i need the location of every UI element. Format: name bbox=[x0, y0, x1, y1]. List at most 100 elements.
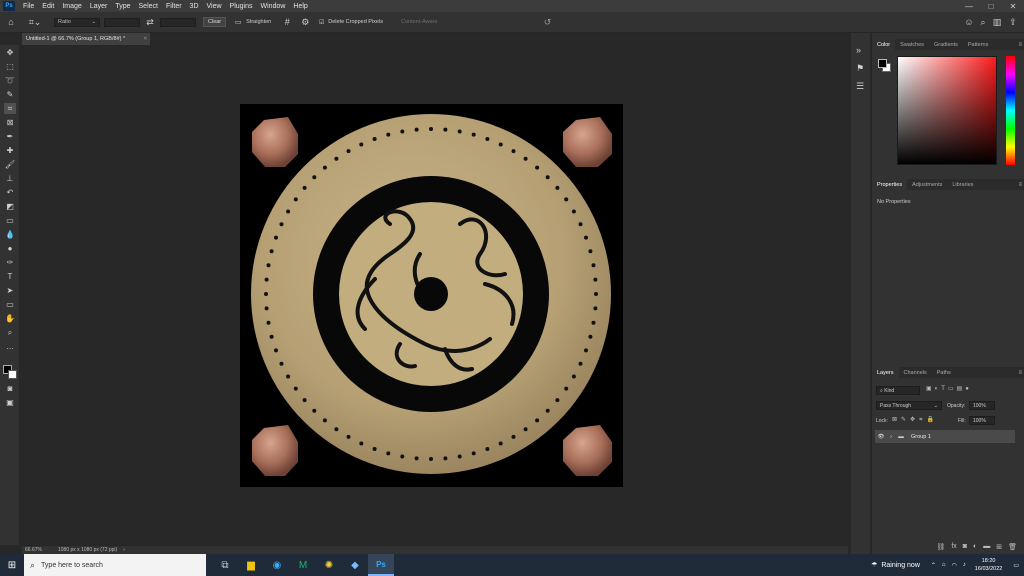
overlay-grid-icon[interactable]: # bbox=[281, 17, 293, 27]
panel-menu-icon[interactable]: ≡ bbox=[1018, 370, 1022, 376]
healing-brush-tool-icon[interactable]: ✚ bbox=[4, 145, 16, 156]
undo-reset-icon[interactable]: ↺ bbox=[542, 17, 554, 28]
menu-select[interactable]: Select bbox=[135, 3, 162, 10]
clock[interactable]: 18:20 16/03/2022 bbox=[969, 557, 1009, 573]
taskbar-search-input[interactable]: ⌕ Type here to search bbox=[24, 554, 206, 576]
path-selection-tool-icon[interactable]: ➤ bbox=[4, 285, 16, 296]
menu-view[interactable]: View bbox=[203, 3, 226, 10]
document-canvas[interactable] bbox=[240, 104, 623, 487]
gear-icon[interactable]: ⚙ bbox=[299, 17, 311, 28]
volume-icon[interactable]: ♪ bbox=[960, 562, 969, 568]
lock-icons[interactable]: ⊠✎✥⌗🔒 bbox=[892, 416, 938, 424]
straighten-label[interactable]: Straighten bbox=[246, 19, 271, 25]
panel-menu-icon[interactable]: ≡ bbox=[1018, 42, 1022, 48]
menu-help[interactable]: Help bbox=[289, 3, 311, 10]
ratio-select[interactable]: Ratio ⌄ bbox=[54, 17, 100, 27]
task-view-icon[interactable]: ⧉ bbox=[212, 554, 238, 576]
zoom-level[interactable]: 66.67% bbox=[22, 547, 52, 553]
properties-panel-icon[interactable]: ☰ bbox=[856, 81, 864, 92]
tab-paths[interactable]: Paths bbox=[932, 367, 956, 378]
content-aware-checkbox[interactable]: Content-Aware bbox=[401, 19, 438, 25]
tab-libraries[interactable]: Libraries bbox=[947, 179, 978, 190]
chrome-like-icon[interactable]: ✺ bbox=[316, 554, 342, 576]
menu-type[interactable]: Type bbox=[111, 3, 134, 10]
quick-mask-icon[interactable]: ◙ bbox=[4, 383, 16, 394]
clear-button[interactable]: Clear bbox=[203, 17, 227, 27]
blur-tool-icon[interactable]: 💧 bbox=[4, 229, 16, 240]
history-brush-tool-icon[interactable]: ↶ bbox=[4, 187, 16, 198]
menu-plugins[interactable]: Plugins bbox=[226, 3, 257, 10]
move-tool-icon[interactable]: ✥ bbox=[4, 47, 16, 58]
marquee-tool-icon[interactable]: ⬚ bbox=[4, 61, 16, 72]
menu-filter[interactable]: Filter bbox=[162, 3, 186, 10]
learn-icon[interactable]: ☺ bbox=[962, 17, 976, 27]
quick-select-tool-icon[interactable]: ✎ bbox=[4, 89, 16, 100]
straighten-icon[interactable]: ▭ bbox=[232, 18, 244, 26]
close-window-button[interactable]: ✕ bbox=[1002, 2, 1024, 11]
app-m-icon[interactable]: M bbox=[290, 554, 316, 576]
photoshop-taskbar-icon[interactable]: Ps bbox=[368, 554, 394, 576]
hand-tool-icon[interactable]: ✋ bbox=[4, 313, 16, 324]
tab-properties[interactable]: Properties bbox=[872, 179, 908, 190]
collapse-panels-icon[interactable]: » bbox=[856, 45, 861, 55]
more-tools-icon[interactable]: … bbox=[4, 341, 16, 352]
opacity-input[interactable]: 100% bbox=[969, 401, 995, 410]
blend-mode-select[interactable]: Pass Through ⌄ bbox=[876, 401, 942, 410]
brush-tool-icon[interactable]: 🖌 bbox=[4, 159, 16, 170]
tab-patterns[interactable]: Patterns bbox=[963, 39, 993, 50]
tab-swatches[interactable]: Swatches bbox=[895, 39, 929, 50]
menu-3d[interactable]: 3D bbox=[186, 3, 203, 10]
delete-cropped-checkbox[interactable]: ☑ bbox=[317, 19, 326, 26]
fill-input[interactable]: 100% bbox=[969, 416, 995, 425]
workspace-icon[interactable]: ▥ bbox=[990, 17, 1004, 28]
menu-window[interactable]: Window bbox=[257, 3, 290, 10]
ratio-height-input[interactable] bbox=[160, 17, 196, 27]
gradient-tool-icon[interactable]: ▭ bbox=[4, 215, 16, 226]
notifications-icon[interactable]: ▭ bbox=[1008, 562, 1024, 569]
maximize-button[interactable]: □ bbox=[980, 2, 1002, 11]
color-panel-fg-swatch[interactable] bbox=[878, 59, 887, 68]
panel-menu-icon[interactable]: ≡ bbox=[1018, 182, 1022, 188]
weather-widget[interactable]: ☂ Raining now bbox=[871, 561, 928, 570]
document-info[interactable]: 1080 px x 1080 px (72 ppi) bbox=[52, 547, 117, 553]
status-chevron-icon[interactable]: › bbox=[123, 547, 125, 553]
background-color-swatch[interactable] bbox=[8, 370, 17, 379]
close-tab-icon[interactable]: × bbox=[144, 36, 147, 42]
menu-file[interactable]: File bbox=[19, 3, 38, 10]
layer-name[interactable]: Group 1 bbox=[911, 434, 931, 440]
link-layers-icon[interactable]: ⛓ bbox=[936, 543, 945, 551]
visibility-eye-icon[interactable]: 👁 bbox=[875, 434, 887, 440]
screen-mode-icon[interactable]: ▣ bbox=[4, 397, 16, 408]
network-icon[interactable]: ⌂ bbox=[939, 562, 949, 568]
tab-color[interactable]: Color bbox=[872, 39, 896, 50]
menu-layer[interactable]: Layer bbox=[86, 3, 112, 10]
frame-tool-icon[interactable]: ⊠ bbox=[4, 117, 16, 128]
menu-image[interactable]: Image bbox=[58, 3, 85, 10]
tab-layers[interactable]: Layers bbox=[872, 367, 899, 378]
layer-row-group-1[interactable]: 👁 › ▬ Group 1 bbox=[875, 430, 1015, 443]
pen-tool-icon[interactable]: ✑ bbox=[4, 257, 16, 268]
clone-stamp-tool-icon[interactable]: ⊥ bbox=[4, 173, 16, 184]
type-tool-icon[interactable]: T bbox=[4, 271, 16, 282]
expand-chevron-icon[interactable]: › bbox=[887, 434, 895, 440]
shape-tool-icon[interactable]: ▭ bbox=[4, 299, 16, 310]
share-icon[interactable]: ⇪ bbox=[1004, 17, 1022, 28]
search-icon[interactable]: ⌕ bbox=[976, 17, 990, 28]
history-panel-icon[interactable]: ⚑ bbox=[856, 63, 864, 74]
dodge-tool-icon[interactable]: ● bbox=[4, 243, 16, 254]
crop-tool-icon[interactable]: ⌗ bbox=[4, 103, 16, 114]
home-icon[interactable]: ⌂ bbox=[0, 17, 22, 27]
tab-adjustments[interactable]: Adjustments bbox=[907, 179, 947, 190]
wifi-icon[interactable]: ◠ bbox=[949, 562, 960, 569]
new-group-icon[interactable]: ▬ bbox=[983, 543, 990, 550]
new-layer-icon[interactable]: ⊞ bbox=[996, 543, 1002, 551]
eraser-tool-icon[interactable]: ◩ bbox=[4, 201, 16, 212]
zoom-tool-icon[interactable]: ⌕ bbox=[4, 327, 16, 338]
minimize-button[interactable]: — bbox=[958, 2, 980, 11]
file-explorer-icon[interactable]: ▆ bbox=[238, 554, 264, 576]
notes-icon[interactable]: ◆ bbox=[342, 554, 368, 576]
add-mask-icon[interactable]: ◙ bbox=[963, 543, 967, 550]
tray-overflow-icon[interactable]: ⌃ bbox=[928, 562, 939, 569]
ratio-width-input[interactable] bbox=[104, 17, 140, 27]
document-tab[interactable]: Untitled-1 @ 66.7% (Group 1, RGB/8#) * × bbox=[22, 33, 150, 45]
